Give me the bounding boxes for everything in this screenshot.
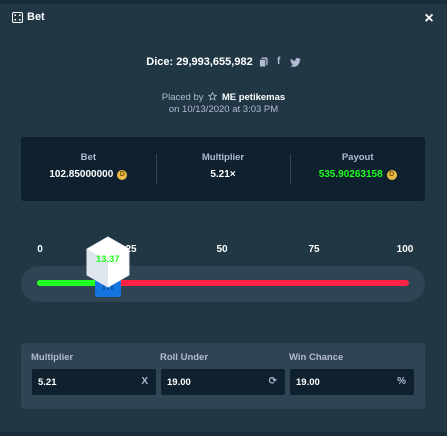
slider-tick-label: 0 <box>37 244 43 255</box>
roll-under-input[interactable] <box>167 369 257 395</box>
placed-prefix: Placed by <box>161 92 204 103</box>
dice-id: Dice: 29,993,655,982 <box>146 56 253 68</box>
coin-icon: D <box>117 169 128 180</box>
coin-icon: D <box>386 169 397 180</box>
placed-date: on 10/13/2020 at 3:03 PM <box>168 104 279 115</box>
slider-ticks: 0 25 50 75 100 <box>0 244 447 258</box>
slider-track-container <box>21 266 425 302</box>
roll-result-value: 13.37 <box>95 254 120 265</box>
bet-settings-panel: Multiplier X Roll Under ⟳ Win Chance % <box>21 343 425 409</box>
multiplier-x-icon: X <box>141 376 148 387</box>
slider-tick-label: 100 <box>396 244 414 255</box>
multiplier-label: Multiplier <box>31 352 74 363</box>
facebook-icon[interactable]: f <box>274 56 284 68</box>
stat-label: Multiplier <box>201 152 245 163</box>
close-icon[interactable]: × <box>420 10 438 28</box>
stat-value: 102.85000000 D <box>49 169 128 180</box>
dice-id-line: Dice: 29,993,655,982 f <box>0 54 447 70</box>
win-chance-input[interactable] <box>296 369 386 395</box>
stat-value-text: 5.21× <box>210 169 236 180</box>
bet-stats-panel: Bet 102.85000000 D Multiplier 5.21× Payout 535… <box>21 137 425 201</box>
roll-under-label: Roll Under <box>160 352 209 363</box>
stat-value: 535.90263158 D <box>319 169 397 180</box>
stat-bet: Bet 102.85000000 D <box>21 137 156 201</box>
stat-value-text: 535.90263158 <box>318 169 383 180</box>
modal-title: Bet <box>27 11 45 23</box>
roll-result-marker: 13.37 <box>85 236 131 288</box>
dice-slider-area: 0 25 50 75 100 13.37 <box>0 217 447 323</box>
multiplier-input[interactable] <box>38 369 128 395</box>
dice-icon <box>12 12 23 23</box>
stat-payout: Payout 535.90263158 D <box>290 137 425 201</box>
stat-value: 5.21× <box>210 169 235 180</box>
multiplier-input-box[interactable]: X <box>31 368 157 396</box>
modal-header: Bet × <box>0 4 447 36</box>
username-link[interactable]: ME petikemas <box>222 92 285 103</box>
stat-value-text: 102.85000000 <box>49 169 114 180</box>
star-icon <box>207 91 218 101</box>
copy-icon[interactable] <box>258 57 268 68</box>
twitter-icon[interactable] <box>289 57 301 67</box>
refresh-icon[interactable]: ⟳ <box>269 369 277 395</box>
percent-icon: % <box>397 376 406 387</box>
stat-multiplier: Multiplier 5.21× <box>155 137 291 201</box>
slider-tick-label: 75 <box>308 244 320 255</box>
placed-by: Placed by ME petikemas on 10/13/2020 at … <box>0 91 447 116</box>
stat-label: Bet <box>80 152 96 163</box>
win-chance-label: Win Chance <box>289 352 344 363</box>
bottom-strip <box>0 432 447 436</box>
roll-under-input-box[interactable]: ⟳ <box>160 368 286 396</box>
stat-label: Payout <box>341 152 374 163</box>
slider-tick-label: 50 <box>216 244 228 255</box>
win-chance-input-box[interactable]: % <box>289 368 415 396</box>
bet-modal: Bet × Dice: 29,993,655,982 f Placed by M… <box>0 4 447 432</box>
